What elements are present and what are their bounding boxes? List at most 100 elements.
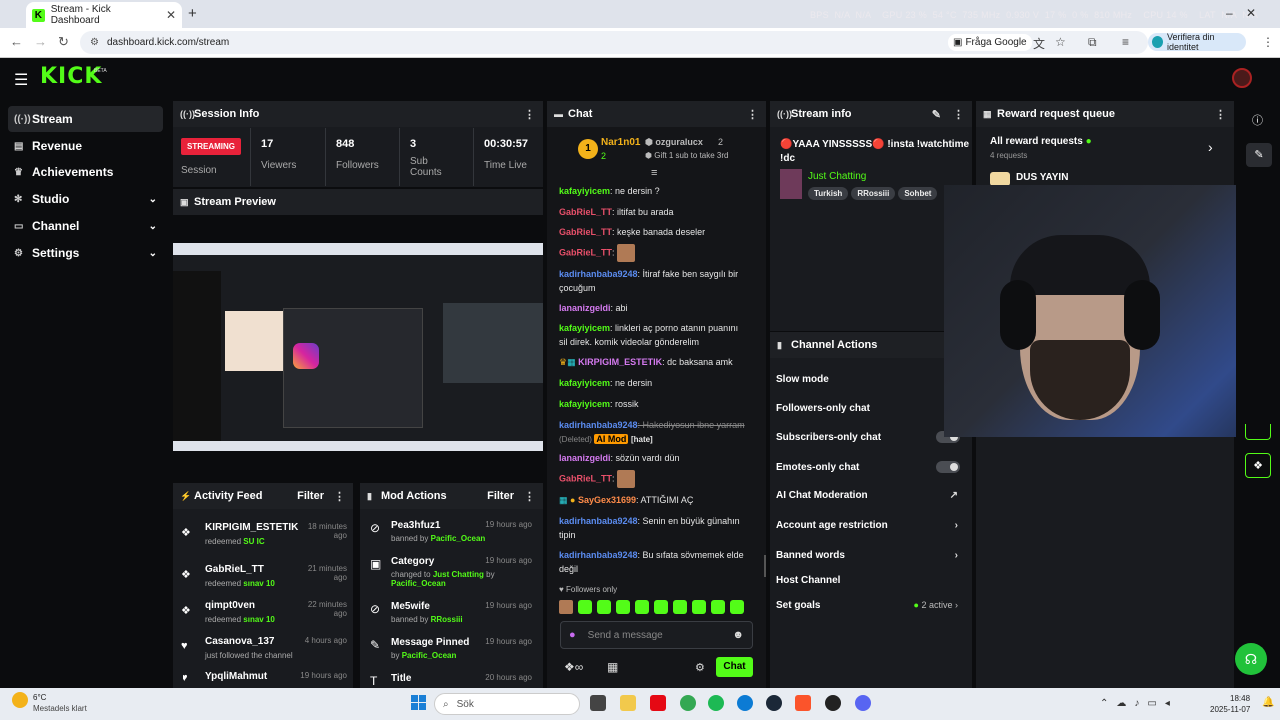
rail-button[interactable] xyxy=(1245,424,1271,440)
edge-icon[interactable] xyxy=(737,695,753,711)
emote-icon[interactable] xyxy=(635,600,649,614)
browser-tab[interactable]: K Stream - Kick Dashboard ✕ xyxy=(26,2,182,28)
system-tray-icons[interactable]: ⌃☁♪▭◂ xyxy=(1100,698,1178,709)
activity-filter-button[interactable]: Filter xyxy=(297,490,324,502)
windows-start-icon[interactable] xyxy=(411,695,427,711)
chat-username[interactable]: lananizgeldi xyxy=(559,453,611,463)
netflix-icon[interactable] xyxy=(650,695,666,711)
obs-icon[interactable] xyxy=(825,695,841,711)
emote-bar[interactable] xyxy=(559,600,754,616)
account-age-row[interactable]: Account age restriction › xyxy=(776,520,966,531)
reward-item-name[interactable]: DUS YAYIN xyxy=(1016,172,1068,183)
kick-points-icon[interactable]: ❖ xyxy=(1245,453,1271,478)
bookmark-star-icon[interactable]: ☆ xyxy=(1055,35,1066,49)
chat-username[interactable]: GabRieL_TT xyxy=(559,227,612,237)
user-avatar[interactable] xyxy=(1232,68,1252,88)
host-channel-row[interactable]: Host Channel xyxy=(776,575,966,586)
task-view-icon[interactable] xyxy=(590,695,606,711)
emotes-only-toggle[interactable] xyxy=(936,461,960,473)
gift-hint[interactable]: ⬢ Gift 1 sub to take 3rd xyxy=(645,151,728,160)
brave-icon[interactable] xyxy=(795,695,811,711)
pinned-menu-icon[interactable]: ≡ xyxy=(651,167,657,179)
chat-username[interactable]: kadirhanbaba9248 xyxy=(559,550,638,560)
emote-icon[interactable] xyxy=(654,600,668,614)
sidebar-item-achievements[interactable]: ♛ Achievements xyxy=(8,159,163,185)
stream-tag[interactable]: Sohbet xyxy=(898,187,938,200)
sidebar-item-stream[interactable]: ((·)) Stream xyxy=(8,106,163,132)
points-icon[interactable]: ❖∞ xyxy=(564,660,583,674)
reading-list-icon[interactable]: ≡ xyxy=(1122,35,1129,49)
chat-username[interactable]: GabRieL_TT xyxy=(559,247,612,257)
chat-username[interactable]: kafayiyicem xyxy=(559,323,610,333)
chat-username[interactable]: kadirhanbaba9248 xyxy=(559,269,638,279)
stream-tag[interactable]: RRossiii xyxy=(851,187,896,200)
taskbar-search[interactable]: ⌕ Sök xyxy=(434,693,580,715)
emote-icon[interactable] xyxy=(578,600,592,614)
info-icon[interactable]: ⓘ xyxy=(1252,112,1263,128)
top-gifter-2[interactable]: ⬢ ozguralucx xyxy=(645,137,703,148)
chat-username[interactable]: kadirhanbaba9248 xyxy=(559,516,638,526)
new-tab-icon[interactable]: + xyxy=(188,5,197,22)
chat-scrollbar[interactable] xyxy=(764,555,766,577)
emoji-icon[interactable]: ☻ xyxy=(732,629,744,641)
emotes-only-row[interactable]: Emotes-only chat xyxy=(776,461,966,473)
steam-icon[interactable] xyxy=(766,695,782,711)
chevron-right-icon[interactable]: › xyxy=(1208,139,1213,155)
mic-icon[interactable]: ● xyxy=(569,629,576,641)
browser-menu-icon[interactable]: ⋮ xyxy=(1262,35,1274,49)
chrome-icon[interactable] xyxy=(680,695,696,711)
chat-username[interactable]: KIRPIGIM_ESTETIK xyxy=(578,357,662,367)
sidebar-item-revenue[interactable]: ▤ Revenue xyxy=(8,133,163,159)
chat-username[interactable]: GabRieL_TT xyxy=(559,473,612,483)
chat-username[interactable]: GabRieL_TT xyxy=(559,207,612,217)
ask-google-button[interactable]: ▣ Fråga Google xyxy=(948,34,1032,51)
emote-icon[interactable] xyxy=(692,600,706,614)
back-icon[interactable]: ← xyxy=(10,34,23,49)
more-options-icon[interactable]: ⋮ xyxy=(747,108,758,121)
sidebar-item-studio[interactable]: ✻ Studio ⌄ xyxy=(8,186,163,212)
stream-category[interactable]: Just Chatting xyxy=(808,171,866,182)
store-icon[interactable]: ▦ xyxy=(607,660,618,674)
stream-preview-video[interactable] xyxy=(173,243,543,451)
emote-icon[interactable] xyxy=(559,600,573,614)
emote-icon[interactable] xyxy=(616,600,630,614)
notifications-icon[interactable]: 🔔 xyxy=(1262,697,1274,708)
window-controls[interactable]: – ✕ xyxy=(1226,6,1256,20)
slow-mode-row[interactable]: Slow mode xyxy=(776,374,966,385)
more-options-icon[interactable]: ⋮ xyxy=(953,108,964,121)
sidebar-item-settings[interactable]: ⚙ Settings ⌄ xyxy=(8,240,163,266)
more-options-icon[interactable]: ⋮ xyxy=(334,490,345,503)
site-info-icon[interactable]: ⚙ xyxy=(90,37,99,48)
more-options-icon[interactable]: ⋮ xyxy=(1215,108,1226,121)
mod-filter-button[interactable]: Filter xyxy=(487,490,514,502)
external-link-icon[interactable]: ↗ xyxy=(950,490,958,501)
spotify-icon[interactable] xyxy=(708,695,724,711)
sidebar-item-channel[interactable]: ▭ Channel ⌄ xyxy=(8,213,163,239)
all-rewards-link[interactable]: All reward requests ● xyxy=(990,136,1092,147)
more-options-icon[interactable]: ⋮ xyxy=(524,108,535,121)
chat-username[interactable]: kadirhanbaba9248 xyxy=(559,420,638,430)
ai-moderation-row[interactable]: AI Chat Moderation ↗ xyxy=(776,490,966,501)
verify-identity-button[interactable]: Verifiera din identitet xyxy=(1148,32,1246,52)
more-options-icon[interactable]: ⋮ xyxy=(524,490,535,503)
set-goals-row[interactable]: Set goals ● 2 active › xyxy=(776,600,966,611)
reload-icon[interactable]: ↻ xyxy=(58,34,69,50)
weather-icon[interactable] xyxy=(12,692,28,708)
chat-username[interactable]: lananizgeldi xyxy=(559,303,611,313)
top-gifter-1[interactable]: Nar1n01 xyxy=(601,137,640,148)
subscribers-only-row[interactable]: Subscribers-only chat xyxy=(776,431,966,443)
forward-icon[interactable]: → xyxy=(34,34,47,49)
close-tab-icon[interactable]: ✕ xyxy=(166,8,176,22)
stream-tag[interactable]: Turkish xyxy=(808,187,849,200)
menu-icon[interactable]: ☰ xyxy=(14,70,28,90)
banned-words-row[interactable]: Banned words › xyxy=(776,550,966,561)
followers-only-row[interactable]: Followers-only chat xyxy=(776,403,966,414)
discord-icon[interactable] xyxy=(855,695,871,711)
file-explorer-icon[interactable] xyxy=(620,695,636,711)
emote-icon[interactable] xyxy=(597,600,611,614)
emote-icon[interactable] xyxy=(730,600,744,614)
send-chat-button[interactable]: Chat xyxy=(716,657,753,677)
emote-icon[interactable] xyxy=(711,600,725,614)
support-chat-icon[interactable]: ☊ xyxy=(1235,643,1267,675)
emote-icon[interactable] xyxy=(673,600,687,614)
